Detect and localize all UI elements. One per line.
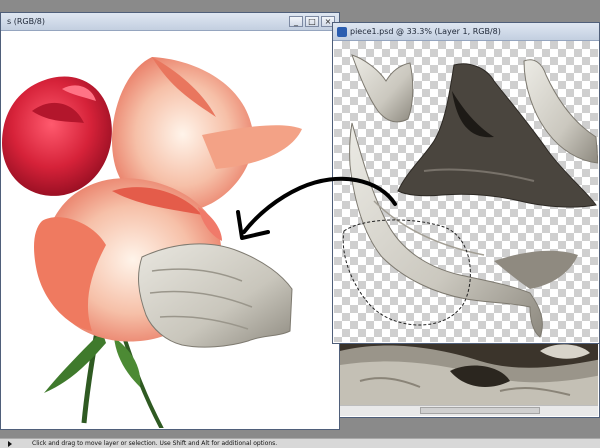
arrow-line xyxy=(242,176,397,234)
status-bar: Click and drag to move layer or selectio… xyxy=(0,438,600,448)
arrow-head xyxy=(236,210,270,240)
status-arrow-icon[interactable] xyxy=(8,441,12,447)
status-message: Click and drag to move layer or selectio… xyxy=(32,440,278,447)
arrow-annotation xyxy=(236,176,397,240)
